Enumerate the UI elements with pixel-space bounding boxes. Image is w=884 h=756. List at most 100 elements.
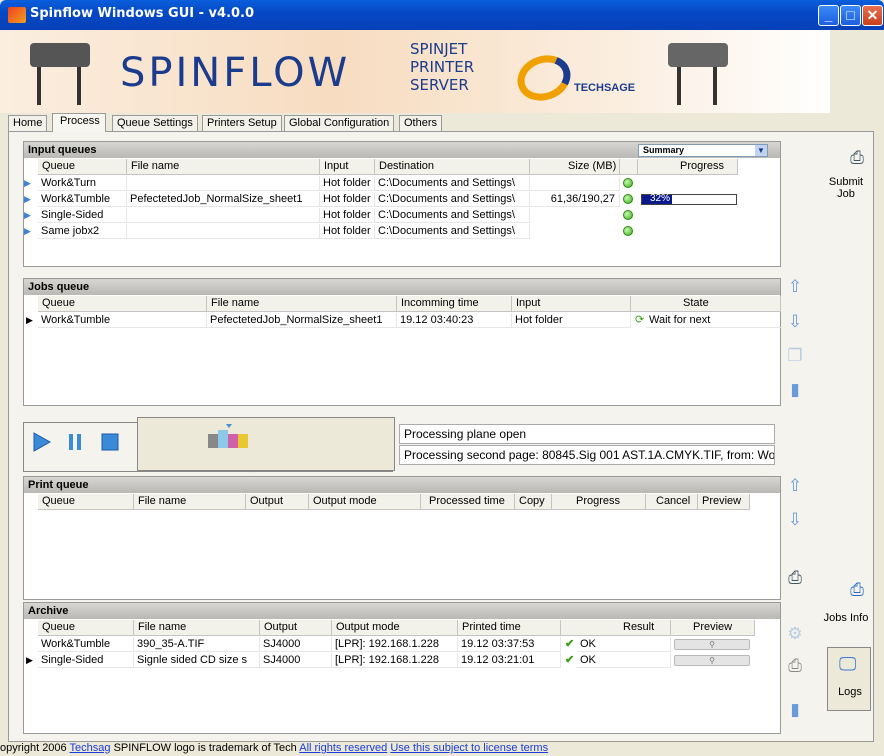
cell-output-mode: [LPR]: 192.168.1.228 bbox=[332, 637, 458, 652]
column-header-cancel[interactable]: Cancel bbox=[646, 494, 698, 510]
tab-printers-setup[interactable]: Printers Setup bbox=[202, 115, 282, 132]
preview-button[interactable]: ⚲ bbox=[674, 655, 750, 666]
print-button[interactable]: ⎙ bbox=[783, 566, 807, 590]
column-header-input[interactable]: Input bbox=[512, 296, 631, 312]
logs-button[interactable]: 🖵 Logs bbox=[827, 647, 871, 711]
reprint-button[interactable]: ⎙ bbox=[783, 654, 807, 678]
column-header-preview[interactable]: Preview bbox=[671, 620, 755, 636]
row-pointer-icon: ▶ bbox=[26, 655, 33, 665]
column-header-processed-time[interactable]: Processed time bbox=[421, 494, 515, 510]
jobs-info-icon[interactable]: ⎙ bbox=[845, 578, 869, 602]
pause-button[interactable] bbox=[66, 431, 86, 453]
column-header-result[interactable]: Result bbox=[561, 620, 671, 636]
column-header-preview[interactable]: Preview bbox=[698, 494, 750, 510]
refresh-icon: ⟳ bbox=[635, 314, 645, 326]
license-terms-link[interactable]: Use this subject to license terms bbox=[390, 742, 548, 754]
column-header-status[interactable] bbox=[620, 159, 638, 175]
tab-others[interactable]: Others bbox=[399, 115, 443, 132]
copyright-text: opyright 2006 bbox=[0, 742, 67, 754]
cell-queue: Work&Tumble bbox=[38, 313, 207, 328]
cell-file: 390_35-A.TIF bbox=[134, 637, 260, 652]
column-header-copy[interactable]: Copy bbox=[515, 494, 552, 510]
cell-input: Hot folder bbox=[320, 224, 375, 239]
column-header-file-name[interactable]: File name bbox=[134, 620, 260, 636]
status-ok-icon bbox=[623, 226, 633, 236]
column-header-progress[interactable]: Progress bbox=[552, 494, 646, 510]
copy-button[interactable]: ❐ bbox=[783, 344, 807, 368]
jobs-info-label[interactable]: Jobs Info bbox=[821, 612, 871, 624]
column-header-input[interactable]: Input bbox=[320, 159, 375, 175]
column-header-output[interactable]: Output bbox=[260, 620, 332, 636]
close-button[interactable]: ✕ bbox=[862, 5, 883, 26]
play-button[interactable] bbox=[32, 431, 52, 453]
footer: opyright 2006 Techsag SPINFLOW logo is t… bbox=[0, 741, 884, 756]
cell-destination: C:\Documents and Settings\ bbox=[375, 224, 530, 239]
column-header-queue[interactable]: Queue bbox=[38, 494, 134, 510]
delete-button[interactable]: ▮ bbox=[783, 378, 807, 402]
jobs-queue-panel: Jobs queue Queue File name Incomming tim… bbox=[23, 278, 781, 406]
summary-dropdown[interactable]: Summary ▼ bbox=[638, 144, 768, 157]
tab-queue-settings[interactable]: Queue Settings bbox=[112, 115, 198, 132]
copy-icon: ❐ bbox=[787, 346, 803, 365]
print-move-up-button[interactable]: ⇧ bbox=[783, 474, 807, 498]
cell-state: Wait for next bbox=[646, 313, 781, 328]
column-header-progress[interactable]: Progress bbox=[638, 159, 738, 175]
column-header-file-name[interactable]: File name bbox=[207, 296, 397, 312]
logs-label: Logs bbox=[838, 686, 862, 698]
column-header-printed-time[interactable]: Printed time bbox=[458, 620, 561, 636]
column-header-output[interactable]: Output bbox=[246, 494, 309, 510]
plane-preview-box bbox=[137, 417, 395, 471]
spinjet-printer-server-label: SPINJET PRINTER SERVER bbox=[410, 40, 475, 94]
column-header-queue[interactable]: Queue bbox=[38, 296, 207, 312]
all-rights-reserved-link[interactable]: All rights reserved bbox=[299, 742, 387, 754]
minimize-button[interactable]: _ bbox=[818, 5, 839, 26]
minimize-icon: _ bbox=[824, 7, 833, 23]
cell-queue: Single-Sided bbox=[38, 653, 134, 668]
column-header-destination[interactable]: Destination bbox=[375, 159, 530, 175]
cell-destination: C:\Documents and Settings\ bbox=[375, 208, 530, 223]
cell-printed-time: 19.12 03:21:01 bbox=[458, 653, 561, 668]
techsage-link[interactable]: Techsag bbox=[70, 742, 111, 754]
input-queues-panel: Input queues Summary ▼ Queue File name In… bbox=[23, 141, 781, 267]
status-ok-icon bbox=[623, 178, 633, 188]
column-header-size[interactable]: Size (MB) bbox=[530, 159, 620, 175]
print-move-down-button[interactable]: ⇩ bbox=[783, 508, 807, 532]
progress-bar: 32% bbox=[641, 193, 737, 205]
archive-header: Archive bbox=[24, 603, 780, 619]
close-icon: ✕ bbox=[866, 7, 879, 23]
maximize-button[interactable]: □ bbox=[840, 5, 861, 26]
checkmark-icon: ✔ bbox=[565, 654, 575, 666]
settings-button[interactable]: ⚙ bbox=[783, 622, 807, 646]
checkmark-icon: ✔ bbox=[565, 638, 575, 650]
archive-delete-button[interactable]: ▮ bbox=[783, 698, 807, 722]
column-header-output-mode[interactable]: Output mode bbox=[332, 620, 458, 636]
submit-job-label[interactable]: Submit Job bbox=[821, 176, 871, 200]
preview-button[interactable]: ⚲ bbox=[674, 639, 750, 650]
cell-input: Hot folder bbox=[320, 192, 375, 207]
column-header-file-name[interactable]: File name bbox=[134, 494, 246, 510]
row-marker-icon: ▶ bbox=[24, 194, 31, 204]
column-header-queue[interactable]: Queue bbox=[38, 159, 127, 175]
cell-output: SJ4000 bbox=[260, 653, 332, 668]
stop-button[interactable] bbox=[100, 431, 120, 453]
move-up-button[interactable]: ⇧ bbox=[783, 275, 807, 299]
column-header-state[interactable]: State bbox=[631, 296, 781, 312]
spinflow-logo: SPINFLOW bbox=[120, 50, 351, 96]
row-pointer-icon: ▶ bbox=[26, 315, 33, 325]
magnifier-icon: ⚲ bbox=[709, 640, 715, 649]
column-header-queue[interactable]: Queue bbox=[38, 620, 134, 636]
techsage-swirl-logo bbox=[511, 48, 577, 108]
tab-process[interactable]: Process bbox=[52, 113, 106, 132]
tab-global-configuration[interactable]: Global Configuration bbox=[284, 115, 395, 132]
title-bar: Spinflow Windows GUI - v4.0.0 _ □ ✕ bbox=[0, 0, 884, 30]
column-header-incomming-time[interactable]: Incomming time bbox=[397, 296, 512, 312]
arrow-up-icon: ⇧ bbox=[787, 277, 803, 296]
submit-job-icon[interactable]: ⎙ bbox=[845, 146, 869, 170]
move-down-button[interactable]: ⇩ bbox=[783, 310, 807, 334]
tab-home[interactable]: Home bbox=[8, 115, 48, 132]
column-header-output-mode[interactable]: Output mode bbox=[309, 494, 421, 510]
cell-size bbox=[530, 176, 620, 191]
column-header-file-name[interactable]: File name bbox=[127, 159, 320, 175]
print-queue-header: Print queue bbox=[24, 477, 780, 493]
gear-icon: ⚙ bbox=[787, 624, 803, 643]
